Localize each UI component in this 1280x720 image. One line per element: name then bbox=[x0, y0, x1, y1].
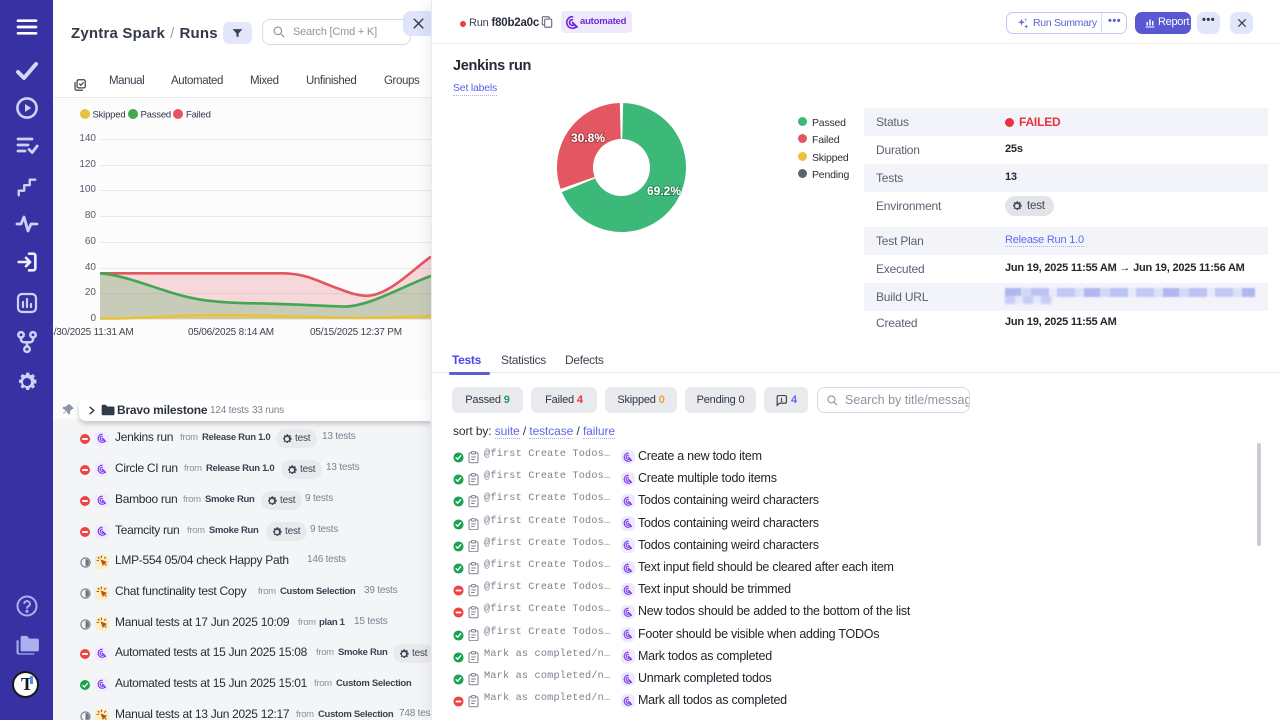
svg-text:69.2%: 69.2% bbox=[647, 184, 681, 198]
svg-text:30.8%: 30.8% bbox=[571, 131, 605, 145]
